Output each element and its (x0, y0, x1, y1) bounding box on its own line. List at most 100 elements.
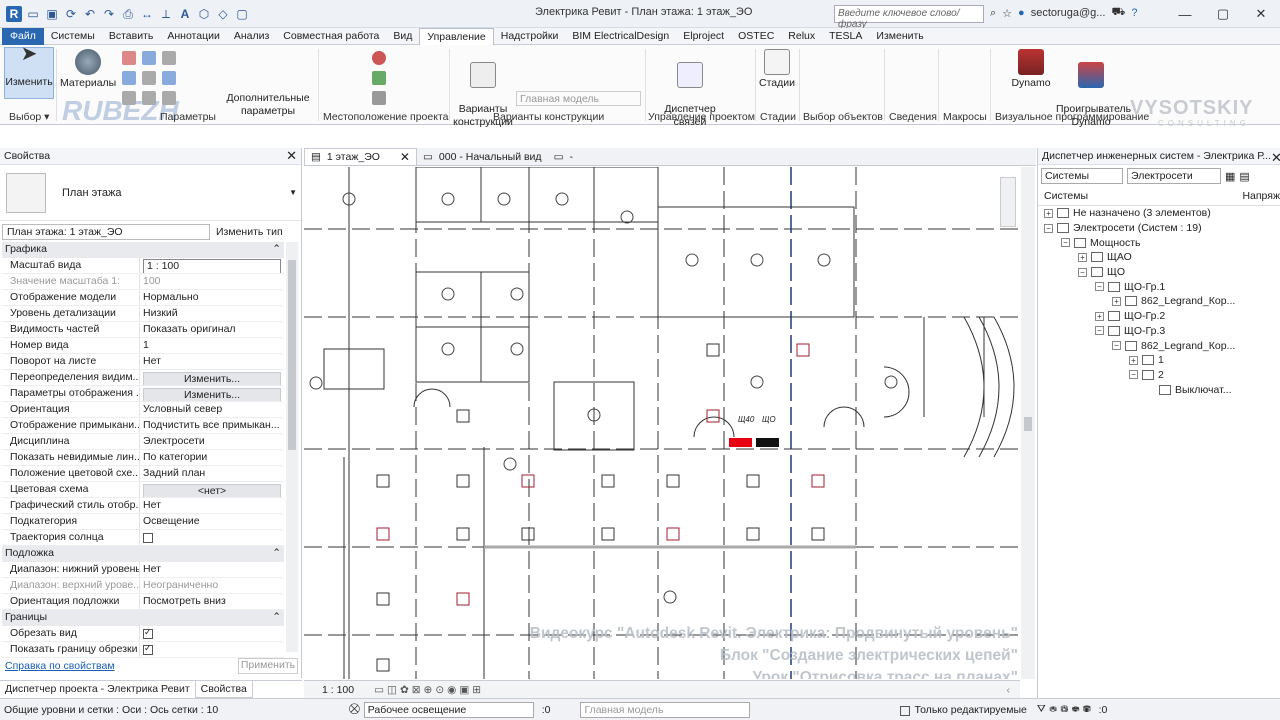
tab-addins[interactable]: Надстройки (494, 28, 566, 45)
drawing-area[interactable]: Щ40 ЩО Видеокурс "Autodesk Revit. Электр… (304, 167, 1020, 679)
measure-icon[interactable]: ↔ (139, 6, 155, 22)
view-mode-dropdown[interactable]: Системы (1041, 168, 1123, 184)
additional-settings-button[interactable]: Дополнительные параметры (222, 79, 314, 118)
tree-node[interactable]: + Не назначено (3 элементов) (1038, 206, 1280, 221)
undo-icon[interactable]: ↶ (82, 6, 98, 22)
collapse-icon[interactable]: − (1095, 326, 1104, 336)
property-value[interactable]: Нет (140, 354, 284, 369)
user-icon[interactable]: ● (1018, 7, 1025, 19)
tree-node[interactable]: − ЩО-Гр.1 (1038, 279, 1280, 294)
tab-manage[interactable]: Управление (419, 28, 494, 45)
tab-ostec[interactable]: OSTEC (731, 28, 781, 45)
snaps-icon[interactable] (122, 71, 136, 85)
binoculars-icon[interactable]: ⌕ (990, 7, 996, 20)
type-selector[interactable]: План этажа ▼ (0, 165, 301, 221)
tree-node[interactable]: + ЩО-Гр.2 (1038, 309, 1280, 324)
collapse-icon[interactable]: − (1129, 370, 1138, 380)
tree-node[interactable]: +1 (1038, 353, 1280, 368)
property-value[interactable]: Условный север (140, 402, 284, 417)
text-icon[interactable]: A (177, 6, 193, 22)
tree-node[interactable]: +862_Legrand_Кор... (1038, 294, 1280, 309)
open-icon[interactable]: ▭ (25, 6, 41, 22)
cart-icon[interactable]: ⛟ (1111, 6, 1125, 20)
tab-systems[interactable]: Системы (44, 28, 102, 45)
tab-modify[interactable]: Изменить (869, 28, 930, 45)
property-value[interactable]: 100 (140, 274, 284, 289)
tab-annotate[interactable]: Аннотации (160, 28, 227, 45)
maximize-icon[interactable]: ▢ (1204, 0, 1242, 28)
collapse-icon[interactable]: ⌃ (272, 243, 281, 257)
transfer-icon[interactable] (162, 51, 176, 65)
print-icon[interactable]: ⎙ (120, 6, 136, 22)
property-value[interactable]: Задний план (140, 466, 284, 481)
minimize-icon[interactable]: — (1166, 0, 1204, 28)
discipline-dropdown[interactable]: Электросети (1127, 168, 1221, 184)
tree-node[interactable]: − Электросети (Систем : 19) (1038, 221, 1280, 236)
purge-icon[interactable] (162, 71, 176, 85)
sync-icon[interactable]: ⟳ (63, 6, 79, 22)
active-workset-dropdown[interactable]: Рабочее освещение (363, 701, 534, 718)
tab-view-floor-1[interactable]: ▤ 1 этаж_ЭО ✕ (304, 148, 417, 165)
category-graphics[interactable]: Графика ⌃ (2, 242, 284, 258)
instance-dropdown[interactable]: План этажа: 1 этаж_ЭО (2, 224, 210, 240)
property-value[interactable]: Нет (140, 562, 284, 577)
tab-insert[interactable]: Вставить (102, 28, 161, 45)
panel-black[interactable] (756, 438, 779, 447)
design-option-dropdown[interactable]: Главная модель (580, 701, 751, 718)
close-icon[interactable]: ✕ (286, 148, 297, 164)
collapse-icon[interactable]: − (1061, 238, 1070, 248)
property-value[interactable] (140, 642, 284, 657)
shared-params-icon[interactable] (142, 71, 156, 85)
property-value[interactable]: Изменить... (140, 386, 284, 401)
project-info-icon[interactable] (122, 91, 136, 105)
tab-view-other[interactable]: ▭ - (548, 148, 579, 165)
column-systems[interactable]: Системы (1038, 190, 1242, 205)
property-value[interactable]: Подчистить все примыкан... (140, 418, 284, 433)
global-params-icon[interactable] (142, 91, 156, 105)
position-icon[interactable] (372, 91, 386, 105)
tab-relux[interactable]: Relux (781, 28, 822, 45)
main-model-dropdown[interactable]: Главная модель (516, 91, 641, 106)
property-checkbox[interactable] (143, 627, 153, 639)
collapse-icon[interactable]: − (1078, 267, 1087, 277)
property-checkbox[interactable] (143, 643, 153, 655)
property-value[interactable] (140, 530, 284, 545)
column-voltage[interactable]: Напряж (1242, 190, 1280, 205)
canvas-vertical-scrollbar[interactable] (1021, 167, 1035, 679)
tab-collaborate[interactable]: Совместная работа (276, 28, 386, 45)
tree-node[interactable]: − Мощность (1038, 235, 1280, 250)
collapse-icon[interactable]: − (1095, 282, 1104, 292)
tree-node[interactable]: − 862_Legrand_Кор... (1038, 338, 1280, 353)
property-value[interactable]: 1 : 100 (140, 258, 284, 273)
scale-input[interactable]: 1 : 100 (143, 259, 281, 273)
column-settings-icon[interactable]: ▦ (1225, 170, 1235, 183)
tab-analyze[interactable]: Анализ (227, 28, 276, 45)
save-icon[interactable]: ▣ (44, 6, 60, 22)
view-control-icons[interactable]: ▭◫✿⊠⊕⊙◉▣⊞ (374, 684, 484, 696)
collapse-icon[interactable]: − (1112, 341, 1121, 351)
tab-project-browser[interactable]: Диспетчер проекта - Электрика Ревит (0, 681, 195, 698)
collapse-icon[interactable]: − (1044, 223, 1053, 233)
properties-scrollbar[interactable] (286, 242, 298, 652)
user-name[interactable]: sectoruga@g... (1031, 7, 1106, 19)
property-value[interactable]: <нет> (140, 482, 284, 497)
autofit-icon[interactable]: ▤ (1239, 170, 1249, 183)
help-icon[interactable]: ? (1131, 7, 1137, 19)
tab-properties[interactable]: Свойства (194, 681, 253, 698)
edit-button[interactable]: Изменить... (143, 388, 281, 401)
expand-icon[interactable]: + (1044, 208, 1053, 218)
selection-filter-icons[interactable]: ⛛⛀⛁⛂⛃ (1037, 703, 1095, 716)
edit-button[interactable]: Изменить... (143, 372, 281, 385)
project-params-icon[interactable] (142, 51, 156, 65)
property-value[interactable]: Нет (140, 498, 284, 513)
redo-icon[interactable]: ↷ (101, 6, 117, 22)
view-scale[interactable]: 1 : 100 (322, 684, 354, 696)
property-value[interactable]: Низкий (140, 306, 284, 321)
apply-button[interactable]: Применить (238, 658, 298, 674)
property-value[interactable]: Показать оригинал (140, 322, 284, 337)
property-value[interactable]: Посмотреть вниз (140, 594, 284, 609)
search-input[interactable]: Введите ключевое слово/фразу (834, 5, 984, 30)
object-styles-icon[interactable] (122, 51, 136, 65)
editable-only-checkbox[interactable] (900, 705, 911, 716)
category-extents[interactable]: Границы ⌃ (2, 610, 284, 626)
